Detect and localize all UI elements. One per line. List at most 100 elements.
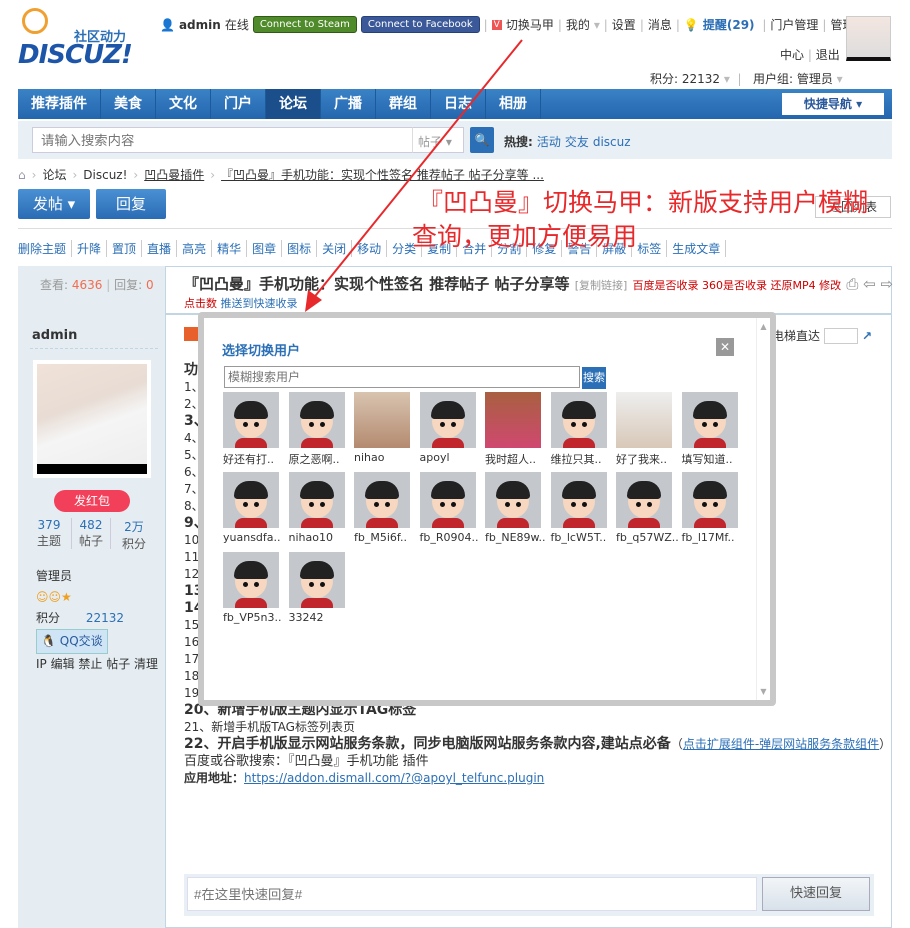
usergroup-menu[interactable]: 用户组: 管理员 xyxy=(753,72,833,86)
user-card[interactable]: 好还有打.. xyxy=(223,392,281,467)
author-name[interactable]: admin xyxy=(32,328,77,343)
breadcrumb-item[interactable]: 『凹凸曼』手机功能：实现个性签名 推荐帖子 帖子分享等 ... xyxy=(221,166,544,183)
logout-link[interactable]: 退出 xyxy=(816,48,840,62)
nav-item[interactable]: 广播 xyxy=(321,89,376,119)
author-stat[interactable]: 482 帖子 xyxy=(71,518,111,549)
mod-action[interactable]: 图标 xyxy=(282,240,318,257)
user-card[interactable]: 我时超人.. xyxy=(485,392,543,467)
hot-link[interactable]: 活动 xyxy=(537,135,561,149)
mod-action[interactable]: 精华 xyxy=(212,240,248,257)
thread-extra-links[interactable]: 百度是否收录 360是否收录 还原MP4 修改 xyxy=(633,279,842,292)
mod-action[interactable]: 关闭 xyxy=(317,240,353,257)
quick-nav-button[interactable]: 快捷导航 ▾ xyxy=(782,93,884,115)
print-icon[interactable]: ⎙ ⇦ ⇨ xyxy=(846,275,893,293)
push-link[interactable]: 推送到快速收录 xyxy=(221,297,298,310)
connect-facebook-button[interactable]: Connect to Facebook xyxy=(360,16,480,33)
qq-chat-button[interactable]: 🐧 QQ交谈 xyxy=(36,629,108,654)
hot-search: 热搜: 活动 交友 discuz xyxy=(504,133,631,150)
mod-action[interactable]: 图章 xyxy=(247,240,283,257)
connect-steam-button[interactable]: Connect to Steam xyxy=(252,16,357,33)
hot-link[interactable]: 交友 xyxy=(565,135,589,149)
user-card[interactable]: yuansdfa.. xyxy=(223,472,281,544)
reply-button[interactable]: 回复 xyxy=(96,189,166,219)
admin-center-link-2[interactable]: 中心 xyxy=(780,48,804,62)
app-url-link[interactable]: https://addon.dismall.com/?@apoyl_telfun… xyxy=(244,771,544,785)
user-search-input[interactable] xyxy=(224,366,580,388)
user-card[interactable]: fb_R0904.. xyxy=(419,472,479,544)
nav-item[interactable]: 文化 xyxy=(156,89,211,119)
nav-item[interactable]: 日志 xyxy=(431,89,486,119)
nav-item[interactable]: 推荐插件 xyxy=(18,89,101,119)
user-search-button[interactable]: 搜索 xyxy=(582,367,606,389)
mod-action[interactable]: 高亮 xyxy=(177,240,213,257)
user-card[interactable]: 填写知道.. xyxy=(681,392,740,467)
nav-item[interactable]: 门户 xyxy=(211,89,266,119)
portal-admin-link[interactable]: 门户管理 xyxy=(770,16,818,33)
user-name: fb_lcW5T.. xyxy=(550,531,607,544)
user-card[interactable]: fb_M5i6f.. xyxy=(354,472,412,544)
nav-item[interactable]: 群组 xyxy=(376,89,431,119)
logo-text-en: DISCUZ! xyxy=(18,40,133,70)
nav-item[interactable]: 美食 xyxy=(101,89,156,119)
user-name: fb_l17Mf.. xyxy=(681,531,735,544)
red-packet-button[interactable]: 发红包 xyxy=(54,490,130,512)
breadcrumb-item[interactable]: 凹凸曼插件 xyxy=(144,166,204,183)
search-type-select[interactable]: 帖子 ▾ xyxy=(412,127,464,153)
author-stat[interactable]: 2万 积分 xyxy=(114,518,154,552)
top-links: 👤 admin 在线 Connect to Steam Connect to F… xyxy=(160,16,855,33)
mod-action[interactable]: 移动 xyxy=(352,240,388,257)
views-count: 4636 xyxy=(71,278,103,292)
credits-menu[interactable]: 积分: 22132 xyxy=(650,72,720,86)
discuz-logo[interactable]: 社区动力 DISCUZ! xyxy=(18,6,138,70)
breadcrumb-item[interactable]: Discuz! xyxy=(83,168,127,182)
search-input[interactable] xyxy=(32,127,422,153)
user-card[interactable]: nihao xyxy=(354,392,412,464)
user-card[interactable]: 原之恶啊.. xyxy=(288,392,347,467)
user-card[interactable]: fb_lcW5T.. xyxy=(550,472,609,544)
user-card[interactable]: fb_NE89w.. xyxy=(485,472,546,544)
mod-action[interactable]: 直播 xyxy=(142,240,178,257)
quick-reply-input[interactable] xyxy=(187,877,757,911)
user-card[interactable]: 好了我来.. xyxy=(616,392,674,467)
user-card[interactable]: apoyl xyxy=(419,392,478,464)
modal-scrollbar[interactable]: ▲ ▼ xyxy=(756,318,770,700)
mod-action[interactable]: 置顶 xyxy=(107,240,143,257)
mine-menu[interactable]: 我的 xyxy=(566,16,590,33)
nav-item[interactable]: 相册 xyxy=(486,89,541,119)
user-avatar xyxy=(616,472,672,528)
user-avatar xyxy=(354,392,410,448)
messages-link[interactable]: 消息 xyxy=(648,16,672,33)
user-card[interactable]: 33242 xyxy=(288,552,347,624)
user-card[interactable]: 维拉只其.. xyxy=(550,392,609,467)
author-stat[interactable]: 379 主题 xyxy=(29,518,69,549)
hot-link[interactable]: discuz xyxy=(593,135,631,149)
search-button[interactable]: 🔍 xyxy=(470,127,494,153)
elevator-input[interactable] xyxy=(824,327,859,344)
close-icon[interactable]: ✕ xyxy=(716,338,734,356)
admin-actions[interactable]: IP 编辑 禁止 帖子 清理 xyxy=(36,654,158,675)
user-card[interactable]: fb_VP5n3.. xyxy=(223,552,281,624)
extension-link[interactable]: 点击扩展组件-弹层网站服务条款组件 xyxy=(683,737,879,751)
username-link[interactable]: admin xyxy=(179,18,221,32)
clicks-label: 点击数 xyxy=(184,297,217,310)
home-icon[interactable]: ⌂ xyxy=(18,168,26,182)
mod-action[interactable]: 删除主题 xyxy=(18,240,73,257)
breadcrumb-item[interactable]: 论坛 xyxy=(42,166,66,183)
switch-account-link[interactable]: 切换马甲 xyxy=(506,16,554,33)
avatar[interactable] xyxy=(846,16,891,61)
quick-reply-button[interactable]: 快速回复 xyxy=(762,877,870,911)
settings-link[interactable]: 设置 xyxy=(612,16,636,33)
user-avatar xyxy=(419,472,476,528)
nav-item-active[interactable]: 论坛 xyxy=(266,89,321,119)
mod-action[interactable]: 升降 xyxy=(72,240,108,257)
user-name: fb_VP5n3.. xyxy=(223,611,282,624)
remind-link[interactable]: 提醒(29) xyxy=(703,16,755,33)
copy-link[interactable]: [复制链接] xyxy=(575,279,628,292)
jump-icon[interactable]: ↗ xyxy=(862,329,872,343)
stat-label: 主题 xyxy=(36,534,61,548)
user-card[interactable]: fb_l17Mf.. xyxy=(681,472,740,544)
user-card[interactable]: fb_q57WZ.. xyxy=(616,472,679,544)
author-avatar[interactable] xyxy=(33,360,151,478)
user-card[interactable]: nihao10 xyxy=(288,472,347,544)
new-post-button[interactable]: 发帖 ▾ xyxy=(18,189,90,219)
